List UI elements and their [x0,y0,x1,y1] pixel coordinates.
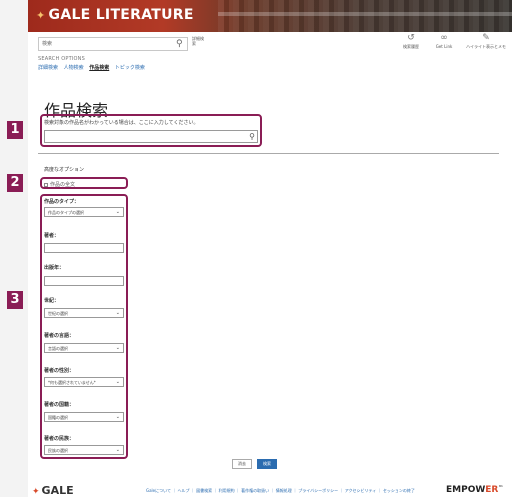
gale-star-icon: ✦ [36,9,46,22]
advanced-options-heading: 高度なオプション [44,167,85,173]
clear-button[interactable]: 消去 [232,459,252,469]
tool-history[interactable]: ↺ 検索履歴 [400,33,422,50]
marker-1: 1 [7,121,23,139]
screenshot-frame: ✦ GALE LITERATURE 検索 ⚲ 詳細検索 ↺ 検索履歴 ∞ Get … [28,0,512,497]
empower-tm: ™ [498,485,504,491]
tool-get-link-label: Get Link [435,44,453,49]
empower-text-b: ER [485,485,499,495]
highlight-box-2 [40,177,128,189]
toolbar: ↺ 検索履歴 ∞ Get Link ✎ ハイライト表示とメモ [400,33,512,55]
page: 1 2 3 ✦ GALE LITERATURE 検索 ⚲ 詳細検索 ↺ 検索履歴 … [0,0,512,497]
footer-empower-logo: EMPOWER™ [446,485,503,495]
tool-highlights[interactable]: ✎ ハイライト表示とメモ [462,33,510,50]
search-icon[interactable]: ⚲ [176,39,183,49]
header-banner-shelf [218,12,512,16]
basic-search-box[interactable]: 検索 ⚲ [38,37,188,51]
tool-highlights-label: ハイライト表示とメモ [466,44,506,49]
tab-person-search[interactable]: 人物検索 [64,64,84,71]
search-button[interactable]: 検索 [257,459,277,469]
marker-2: 2 [7,174,23,192]
section-divider [38,153,499,154]
highlight-box-1 [40,114,262,147]
tool-history-label: 検索履歴 [403,44,419,49]
link-icon: ∞ [440,33,448,43]
search-type-tabs: 詳細検索 人物検索 作品検索 トピック検索 [38,64,149,71]
app-header: ✦ GALE LITERATURE [28,0,512,32]
footer-gale-text: GALE [41,484,74,497]
history-icon: ↺ [407,33,415,43]
tab-advanced-search[interactable]: 詳細検索 [38,64,58,71]
header-banner-image [218,0,512,32]
gale-star-icon: ✦ [32,487,40,497]
search-input[interactable]: 検索 [42,40,52,47]
gale-literature-logo[interactable]: ✦ GALE LITERATURE [36,7,194,23]
footer-gale-logo[interactable]: ✦ GALE [32,484,74,497]
search-options-label: SEARCH OPTIONS [38,56,85,62]
marker-3: 3 [7,291,23,309]
highlight-box-3 [40,194,128,459]
footer-links[interactable]: Galeについて ｜ ヘルプ ｜ 図書検索 ｜ 利用規約 ｜ 著作権の取扱い ｜… [146,488,415,494]
pencil-icon: ✎ [482,33,490,43]
advanced-search-link[interactable]: 詳細検索 [192,36,206,46]
tab-topic-search[interactable]: トピック検索 [115,64,145,71]
tab-work-search[interactable]: 作品検索 [89,64,109,71]
empower-text-a: EMPOW [446,485,486,495]
tool-get-link[interactable]: ∞ Get Link [434,33,454,49]
logo-text: GALE LITERATURE [48,7,194,23]
